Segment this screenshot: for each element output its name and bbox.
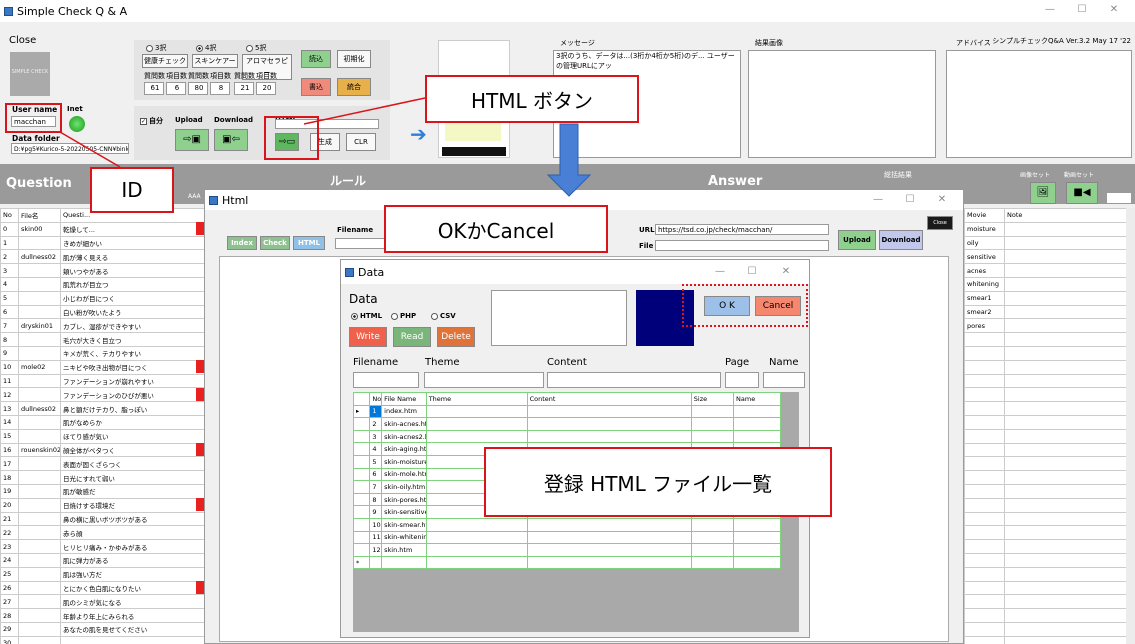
callout-html-button: HTML ボタン <box>425 75 639 123</box>
highlight-ok-cancel <box>682 284 808 327</box>
callout-ok-cancel: OKかCancel <box>384 205 608 253</box>
arrow-down-icon <box>546 123 592 197</box>
highlight-html-button <box>264 116 319 160</box>
callout-file-list: 登録 HTML ファイル一覧 <box>484 447 832 517</box>
arrow-id-line-1 <box>59 131 121 168</box>
callout-id: ID <box>90 167 174 213</box>
arrow-red-line <box>303 97 426 125</box>
highlight-user-name <box>5 103 62 133</box>
